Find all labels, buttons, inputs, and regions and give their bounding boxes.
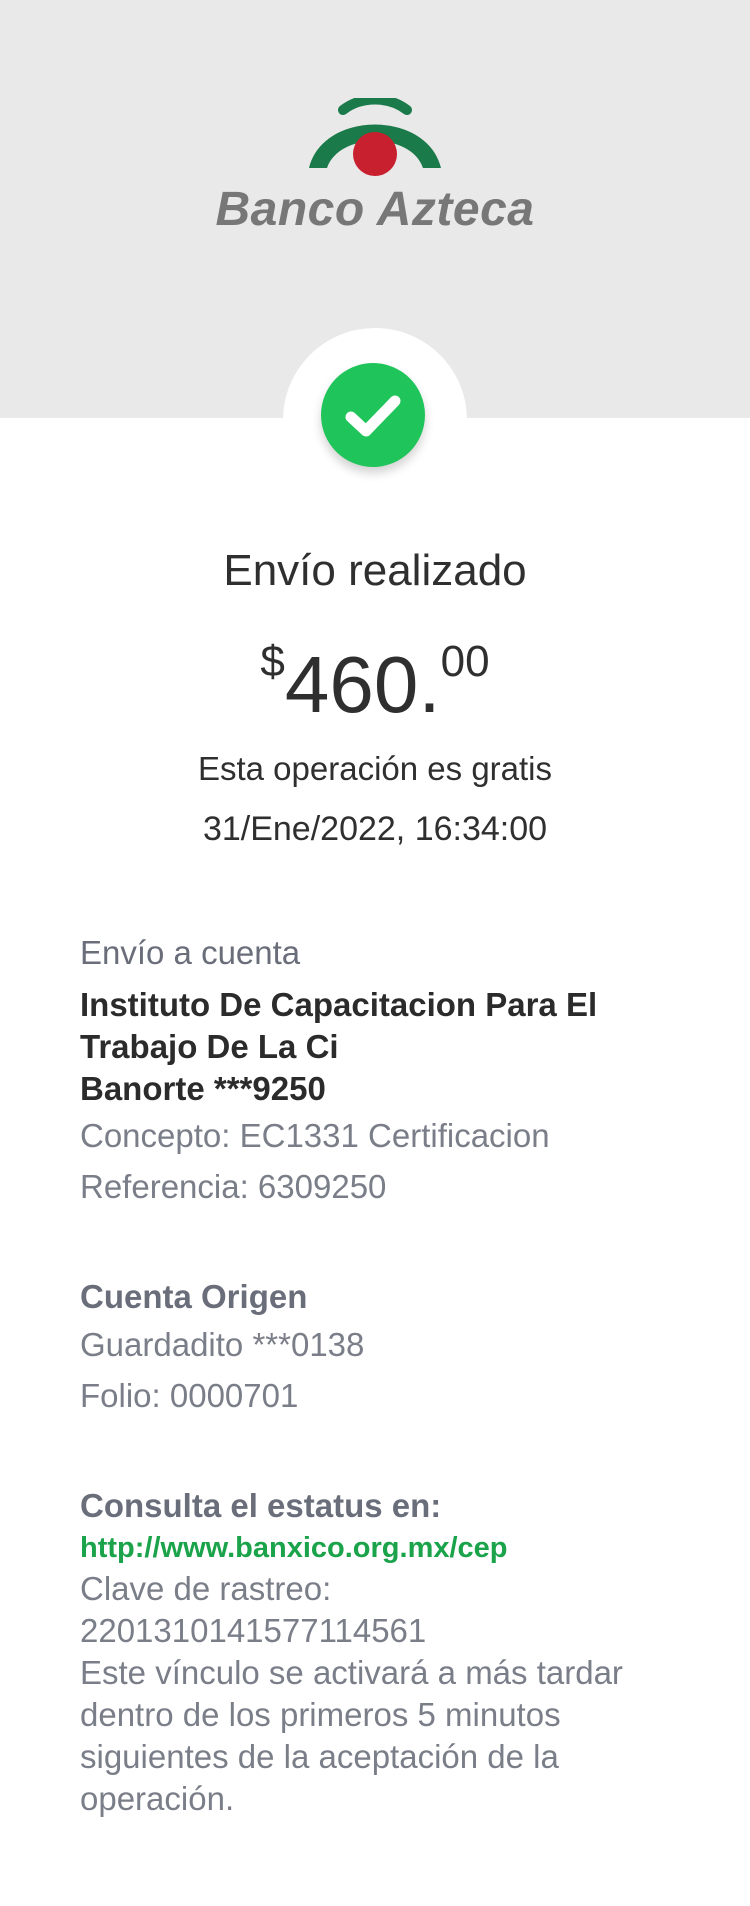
note-line-4: operación. bbox=[80, 1780, 235, 1817]
origin-label: Cuenta Origen bbox=[80, 1278, 308, 1315]
destination-section: Envío a cuenta Instituto De Capacitacion… bbox=[80, 932, 680, 1212]
status-check-label: Consulta el estatus en: bbox=[80, 1487, 442, 1524]
tracking-code: 2201310141577114561 bbox=[80, 1612, 427, 1649]
amount-display: $460.00 bbox=[0, 640, 750, 725]
status-check-section: Consulta el estatus en: http://www.banxi… bbox=[80, 1484, 680, 1820]
banxico-cep-link[interactable]: http://www.banxico.org.mx/cep bbox=[80, 1528, 680, 1568]
bank-logo-text: Banco Azteca bbox=[215, 183, 535, 236]
bank-logo: Banco Azteca bbox=[0, 90, 750, 240]
destination-name-line2: Trabajo De La Ci bbox=[80, 1028, 339, 1065]
destination-reference: Referencia: 6309250 bbox=[80, 1168, 387, 1205]
destination-label: Envío a cuenta bbox=[80, 934, 301, 971]
success-status-badge bbox=[321, 363, 425, 467]
destination-bank-account: Banorte ***9250 bbox=[80, 1070, 326, 1107]
tracking-label: Clave de rastreo: bbox=[80, 1570, 332, 1607]
origin-folio: Folio: 0000701 bbox=[80, 1377, 299, 1414]
note-line-1: Este vínculo se activará a más tardar bbox=[80, 1654, 623, 1691]
note-line-2: dentro de los primeros 5 minutos bbox=[80, 1696, 561, 1733]
bank-logo-mark bbox=[309, 98, 441, 176]
destination-name-line1: Instituto De Capacitacion Para El bbox=[80, 986, 598, 1023]
origin-section: Cuenta Origen Guardadito ***0138 Folio: … bbox=[80, 1275, 680, 1421]
amount-integer: 460. bbox=[284, 640, 441, 729]
check-icon bbox=[345, 395, 401, 437]
amount-currency: $ bbox=[260, 637, 285, 686]
amount-decimals: 00 bbox=[440, 637, 490, 686]
destination-concept: Concepto: EC1331 Certificacion bbox=[80, 1117, 550, 1154]
origin-account: Guardadito ***0138 bbox=[80, 1326, 365, 1363]
note-line-3: siguientes de la aceptación de la bbox=[80, 1738, 559, 1775]
fee-note: Esta operación es gratis bbox=[197, 750, 553, 787]
transaction-datetime: 31/Ene/2022, 16:34:00 bbox=[202, 810, 548, 848]
page-title: Envío realizado bbox=[223, 546, 527, 595]
